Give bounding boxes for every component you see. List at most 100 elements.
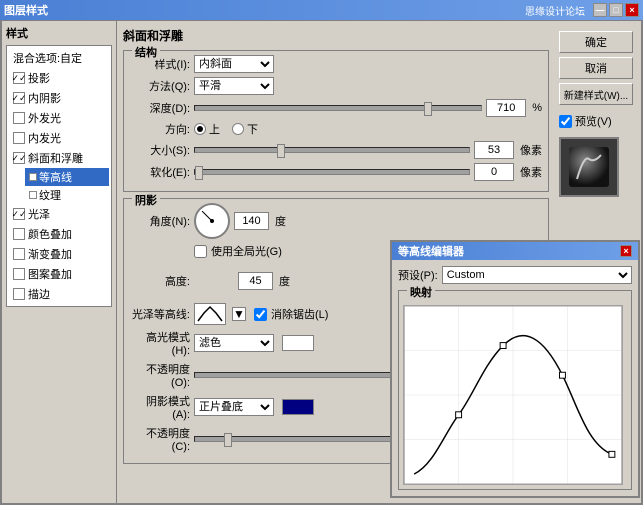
direction-row: 方向: 上 下	[130, 121, 542, 137]
direction-down-radio[interactable]	[232, 123, 244, 135]
texture-label: 纹理	[39, 187, 61, 203]
sidebar-list: 混合选项:自定 ✓ 投影 ✓ 内阴影 外发光	[6, 45, 112, 307]
inner-glow-checkbox[interactable]	[13, 132, 25, 144]
outer-glow-checkbox[interactable]	[13, 112, 25, 124]
global-light-checkbox[interactable]	[194, 245, 207, 258]
pattern-overlay-checkbox[interactable]	[13, 268, 25, 280]
angle-input[interactable]	[234, 212, 269, 230]
altitude-spacer	[194, 263, 230, 299]
dial-hand	[202, 211, 213, 222]
contour-label: 等高线	[39, 169, 72, 185]
direction-up-label: 上	[209, 121, 220, 137]
soften-row: 软化(E): 0 像素	[130, 163, 542, 181]
stroke-label: 描边	[28, 286, 50, 302]
sidebar-item-inner-shadow[interactable]: ✓ 内阴影	[9, 88, 109, 108]
sidebar-item-pattern-overlay[interactable]: 图案叠加	[9, 264, 109, 284]
drop-shadow-label: 投影	[28, 70, 50, 86]
preview-label: 预览(V)	[575, 113, 612, 129]
bevel-section-title: 斜面和浮雕	[123, 27, 549, 44]
size-input[interactable]: 53	[474, 141, 514, 159]
soften-slider-container	[194, 166, 470, 178]
depth-label: 深度(D):	[130, 100, 190, 116]
size-slider[interactable]	[194, 147, 470, 153]
sidebar-item-bevel[interactable]: ✓ 斜面和浮雕	[9, 148, 109, 168]
new-style-button[interactable]: 新建样式(W)...	[559, 83, 633, 105]
sidebar-item-drop-shadow[interactable]: ✓ 投影	[9, 68, 109, 88]
highlight-mode-select[interactable]: 滤色	[194, 334, 274, 352]
altitude-unit: 度	[279, 273, 290, 289]
direction-label: 方向:	[130, 121, 190, 137]
curve-canvas[interactable]	[403, 305, 623, 485]
contour-dropdown-btn[interactable]: ▼	[232, 307, 246, 321]
color-overlay-checkbox[interactable]	[13, 228, 25, 240]
preview-checkbox[interactable]	[559, 115, 572, 128]
satin-checkbox[interactable]: ✓	[13, 208, 25, 220]
structure-group: 结构 样式(I): 内斜面 方法(Q): 平滑	[123, 50, 549, 192]
depth-slider-thumb[interactable]	[424, 102, 432, 116]
site-label: 思缘设计论坛	[525, 3, 585, 18]
contour-preview[interactable]	[194, 303, 226, 325]
soften-slider[interactable]	[194, 169, 470, 175]
contour-editor-close-button[interactable]: ×	[620, 245, 632, 257]
altitude-input[interactable]	[238, 272, 273, 290]
sidebar-item-gradient-overlay[interactable]: 渐变叠加	[9, 244, 109, 264]
highlight-mode-label: 高光模式(H):	[130, 329, 190, 357]
shadow-section-label: 阴影	[132, 192, 160, 208]
sidebar-item-satin[interactable]: ✓ 光泽	[9, 204, 109, 224]
angle-dial[interactable]	[194, 203, 230, 239]
direction-up-option[interactable]: 上	[194, 121, 220, 137]
direction-up-radio[interactable]	[194, 123, 206, 135]
drop-shadow-checkbox[interactable]: ✓	[13, 72, 25, 84]
color-overlay-label: 颜色叠加	[28, 226, 72, 242]
cancel-button[interactable]: 取消	[559, 57, 633, 79]
blend-label: 混合选项:自定	[13, 50, 82, 66]
sidebar-item-outer-glow[interactable]: 外发光	[9, 108, 109, 128]
shadow-mode-label: 阴影模式(A):	[130, 393, 190, 421]
highlight-opacity-label: 不透明度(O):	[130, 361, 190, 389]
angle-row: 角度(N): 度	[130, 203, 542, 239]
minimize-button[interactable]: —	[593, 3, 607, 17]
soften-slider-thumb[interactable]	[195, 166, 203, 180]
inner-shadow-label: 内阴影	[28, 90, 61, 106]
sidebar-item-color-overlay[interactable]: 颜色叠加	[9, 224, 109, 244]
preview-checkbox-row: 预览(V)	[559, 113, 631, 129]
satin-label: 光泽	[28, 206, 50, 222]
gradient-overlay-checkbox[interactable]	[13, 248, 25, 260]
contour-editor-dialog: 等高线编辑器 × 预设(P): Custom 映射	[390, 240, 640, 498]
mapping-group: 映射	[398, 290, 632, 490]
ok-button[interactable]: 确定	[559, 31, 633, 53]
size-slider-container	[194, 144, 470, 156]
close-button[interactable]: ×	[625, 3, 639, 17]
shadow-mode-select[interactable]: 正片叠底	[194, 398, 274, 416]
preview-box	[559, 137, 619, 197]
shadow-color-swatch[interactable]	[282, 399, 314, 415]
depth-unit: %	[532, 102, 542, 114]
size-label: 大小(S):	[130, 142, 190, 158]
gradient-overlay-label: 渐变叠加	[28, 246, 72, 262]
anti-alias-checkbox[interactable]	[254, 308, 267, 321]
inner-shadow-checkbox[interactable]: ✓	[13, 92, 25, 104]
sidebar-item-texture[interactable]: 纹理	[25, 186, 109, 204]
style-row: 样式(I): 内斜面	[130, 55, 542, 73]
contour-sub-icon	[29, 173, 37, 181]
maximize-button[interactable]: □	[609, 3, 623, 17]
depth-input[interactable]: 710	[486, 99, 526, 117]
blend-options-item[interactable]: 混合选项:自定	[9, 48, 109, 68]
contour-preset-select[interactable]: Custom	[442, 266, 632, 284]
highlight-color-swatch[interactable]	[282, 335, 314, 351]
direction-down-option[interactable]: 下	[232, 121, 258, 137]
style-select[interactable]: 内斜面	[194, 55, 274, 73]
depth-slider[interactable]	[194, 105, 482, 111]
soften-input[interactable]: 0	[474, 163, 514, 181]
sidebar-item-stroke[interactable]: 描边	[9, 284, 109, 304]
stroke-checkbox[interactable]	[13, 288, 25, 300]
shadow-opacity-thumb[interactable]	[224, 433, 232, 447]
contour-body: 预设(P): Custom 映射	[392, 260, 638, 496]
sidebar: 样式 混合选项:自定 ✓ 投影 ✓ 内阴影 外	[2, 21, 117, 503]
size-slider-thumb[interactable]	[277, 144, 285, 158]
sidebar-item-inner-glow[interactable]: 内发光	[9, 128, 109, 148]
method-select[interactable]: 平滑	[194, 77, 274, 95]
bevel-checkbox[interactable]: ✓	[13, 152, 25, 164]
contour-preset-label: 预设(P):	[398, 267, 438, 283]
sidebar-item-contour[interactable]: 等高线	[25, 168, 109, 186]
